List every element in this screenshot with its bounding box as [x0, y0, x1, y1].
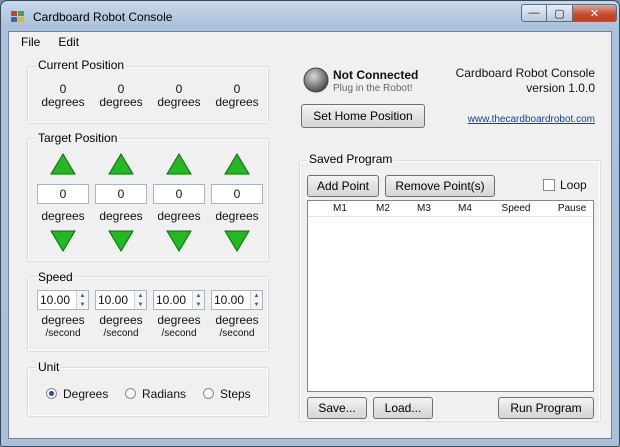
- speed-value-3: 10.00: [156, 293, 187, 307]
- speed-title: Speed: [36, 270, 75, 284]
- connection-status-icon: [303, 67, 329, 93]
- remove-points-button[interactable]: Remove Point(s): [385, 175, 495, 197]
- loop-checkbox[interactable]: [543, 179, 555, 191]
- maximize-button[interactable]: ▢: [547, 4, 573, 22]
- target-position-input-4[interactable]: 0: [211, 184, 263, 204]
- column-m1[interactable]: M1: [308, 203, 372, 214]
- spinner-buttons: ▲ ▼: [192, 291, 204, 309]
- speed-value-4: 10.00: [214, 293, 245, 307]
- speed-per-second-4: /second: [219, 328, 255, 339]
- minimize-button[interactable]: —: [521, 4, 547, 22]
- title-bar[interactable]: Cardboard Robot Console — ▢ ✕: [1, 1, 619, 31]
- target-position-input-1[interactable]: 0: [37, 184, 89, 204]
- app-icon: [11, 11, 24, 22]
- set-home-position-button[interactable]: Set Home Position: [301, 104, 425, 128]
- connection-status-text: Not Connected: [333, 68, 419, 82]
- spin-down-icon[interactable]: ▼: [77, 300, 88, 309]
- speed-stepper-4[interactable]: 10.00 ▲ ▼: [211, 290, 263, 310]
- run-program-button[interactable]: Run Program: [498, 397, 594, 419]
- spin-down-icon[interactable]: ▼: [135, 300, 146, 309]
- unit-title: Unit: [36, 360, 62, 374]
- speed-value-2: 10.00: [98, 293, 129, 307]
- spin-up-icon[interactable]: ▲: [193, 291, 204, 300]
- radio-degrees[interactable]: [46, 388, 57, 399]
- decrease-arrow-icon[interactable]: [224, 230, 250, 252]
- window-controls: — ▢ ✕: [521, 4, 617, 22]
- increase-arrow-icon[interactable]: [224, 153, 250, 175]
- radio-steps[interactable]: [203, 388, 214, 399]
- target-position-input-2[interactable]: 0: [95, 184, 147, 204]
- column-m4[interactable]: M4: [454, 203, 476, 214]
- column-m3[interactable]: M3: [394, 203, 454, 214]
- increase-arrow-icon[interactable]: [50, 153, 76, 175]
- radio-radians-label[interactable]: Radians: [142, 387, 186, 401]
- increase-arrow-icon[interactable]: [108, 153, 134, 175]
- decrease-arrow-icon[interactable]: [108, 230, 134, 252]
- connection-hint: Plug in the Robot!: [333, 83, 413, 94]
- loop-label[interactable]: Loop: [560, 178, 587, 192]
- spin-down-icon[interactable]: ▼: [193, 300, 204, 309]
- current-position-unit-2: degrees: [99, 95, 143, 109]
- target-position-title: Target Position: [36, 131, 120, 145]
- target-position-unit-4: degrees: [215, 209, 259, 223]
- speed-unit-4: degrees: [215, 313, 259, 327]
- list-header: M1 M2 M3 M4 Speed Pause: [308, 201, 593, 217]
- spin-up-icon[interactable]: ▲: [77, 291, 88, 300]
- spinner-buttons: ▲ ▼: [134, 291, 146, 309]
- spinner-buttons: ▲ ▼: [76, 291, 88, 309]
- speed-unit-3: degrees: [157, 313, 201, 327]
- spin-down-icon[interactable]: ▼: [251, 300, 262, 309]
- app-version: version 1.0.0: [526, 81, 595, 95]
- speed-unit-1: degrees: [41, 313, 85, 327]
- speed-stepper-1[interactable]: 10.00 ▲ ▼: [37, 290, 89, 310]
- target-position-unit-2: degrees: [99, 209, 143, 223]
- current-position-unit-1: degrees: [41, 95, 85, 109]
- current-position-unit-3: degrees: [157, 95, 201, 109]
- current-position-title: Current Position: [36, 58, 127, 72]
- target-position-unit-1: degrees: [41, 209, 85, 223]
- menu-file[interactable]: File: [21, 35, 40, 49]
- column-pause[interactable]: Pause: [556, 203, 588, 214]
- add-point-button[interactable]: Add Point: [307, 175, 379, 197]
- current-position-unit-4: degrees: [215, 95, 259, 109]
- program-points-list[interactable]: M1 M2 M3 M4 Speed Pause: [307, 200, 594, 392]
- column-m2[interactable]: M2: [372, 203, 394, 214]
- speed-stepper-3[interactable]: 10.00 ▲ ▼: [153, 290, 205, 310]
- website-link-text[interactable]: www.thecardboardrobot.com: [468, 114, 595, 125]
- radio-steps-label[interactable]: Steps: [220, 387, 251, 401]
- target-position-input-3[interactable]: 0: [153, 184, 205, 204]
- load-button[interactable]: Load...: [373, 397, 433, 419]
- close-button[interactable]: ✕: [573, 4, 617, 22]
- spin-up-icon[interactable]: ▲: [135, 291, 146, 300]
- column-speed[interactable]: Speed: [476, 203, 556, 214]
- speed-stepper-2[interactable]: 10.00 ▲ ▼: [95, 290, 147, 310]
- decrease-arrow-icon[interactable]: [50, 230, 76, 252]
- speed-per-second-3: /second: [161, 328, 197, 339]
- app-window: Cardboard Robot Console — ▢ ✕ File Edit …: [0, 0, 620, 447]
- saved-program-title: Saved Program: [307, 152, 395, 166]
- decrease-arrow-icon[interactable]: [166, 230, 192, 252]
- menu-edit[interactable]: Edit: [58, 35, 79, 49]
- speed-per-second-2: /second: [103, 328, 139, 339]
- menu-bar: File Edit: [9, 32, 611, 52]
- target-position-unit-3: degrees: [157, 209, 201, 223]
- app-name: Cardboard Robot Console: [455, 66, 595, 80]
- spin-up-icon[interactable]: ▲: [251, 291, 262, 300]
- client-area: File Edit Current Position 0 0 0 0 degre…: [8, 31, 612, 439]
- save-button[interactable]: Save...: [307, 397, 367, 419]
- spinner-buttons: ▲ ▼: [250, 291, 262, 309]
- speed-per-second-1: /second: [45, 328, 81, 339]
- website-link[interactable]: www.thecardboardrobot.com: [409, 111, 595, 125]
- speed-value-1: 10.00: [40, 293, 71, 307]
- radio-radians[interactable]: [125, 388, 136, 399]
- radio-degrees-label[interactable]: Degrees: [63, 387, 108, 401]
- speed-unit-2: degrees: [99, 313, 143, 327]
- increase-arrow-icon[interactable]: [166, 153, 192, 175]
- window-title: Cardboard Robot Console: [33, 10, 173, 24]
